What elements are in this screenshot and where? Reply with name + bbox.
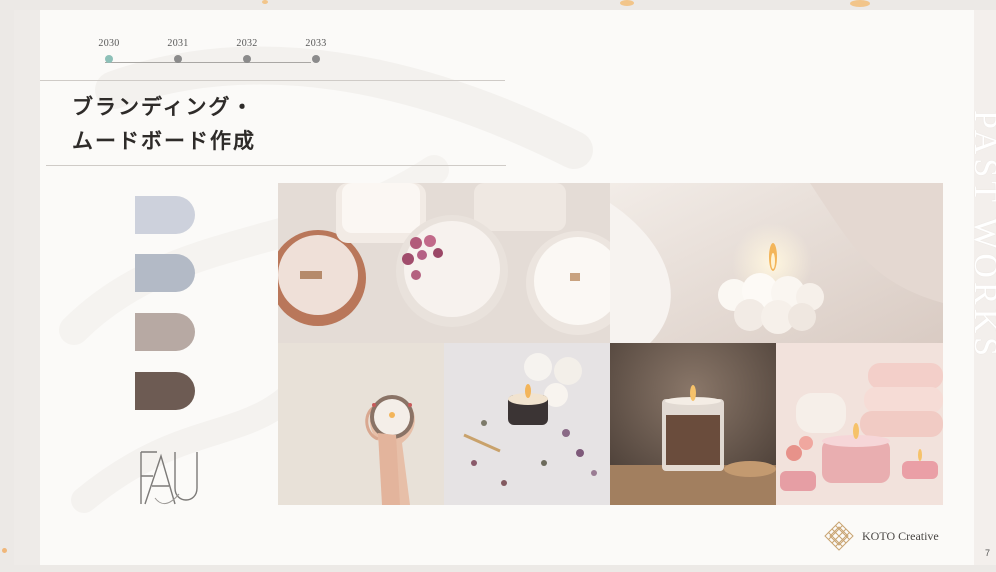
brand-monogram-icon <box>140 451 198 505</box>
timeline-year: 2030 <box>98 38 120 49</box>
decorative-speck <box>620 0 634 6</box>
title-top-rule <box>40 80 505 81</box>
timeline-item-2031[interactable]: 2031 <box>158 38 198 63</box>
page-title-line1: ブランディング・ <box>72 94 255 119</box>
photo-candles-with-rosebuds <box>278 183 610 343</box>
decorative-speck <box>850 0 870 7</box>
timeline-year: 2033 <box>305 38 327 49</box>
photo-hands-holding-candle <box>278 343 444 505</box>
color-swatch-2 <box>135 254 195 292</box>
page-title: ブランディング・ ムードボード作成 <box>72 90 256 158</box>
timeline-dot <box>243 55 251 63</box>
timeline-dot <box>312 55 320 63</box>
timeline-dot <box>174 55 182 63</box>
timeline-item-2032[interactable]: 2032 <box>227 38 267 63</box>
presentation-canvas: 2030 2031 2032 2033 ブランディング・ ムードボード作成 KO… <box>0 0 996 572</box>
color-swatch-4 <box>135 372 195 410</box>
decorative-speck <box>2 548 7 553</box>
color-swatch-1 <box>135 196 195 234</box>
decorative-speck <box>262 0 268 4</box>
side-label-past-works: PAST WORKS <box>974 110 996 361</box>
timeline-year: 2031 <box>167 38 189 49</box>
photo-brown-candle-glass <box>610 343 776 505</box>
photo-pink-candles-with-towels <box>776 343 943 505</box>
page-title-line2: ムードボード作成 <box>72 128 256 153</box>
photo-bubble-candle-on-fabric <box>610 183 943 343</box>
diamond-lattice-icon <box>824 521 854 551</box>
brand-name: KOTO Creative <box>862 528 939 543</box>
slide-left-strip <box>14 10 40 565</box>
timeline-line <box>105 62 311 63</box>
slide: 2030 2031 2032 2033 ブランディング・ ムードボード作成 KO… <box>14 10 974 565</box>
color-swatch-3 <box>135 313 195 351</box>
title-bottom-rule <box>46 165 506 166</box>
timeline-year: 2032 <box>236 38 258 49</box>
brand-signature: KOTO Creative <box>824 521 939 551</box>
moodboard-photo-grid <box>278 183 943 505</box>
page-number: 7 <box>985 548 991 558</box>
timeline-dot-active <box>105 55 113 63</box>
photo-candle-with-dried-herbs <box>444 343 610 505</box>
timeline-item-2030[interactable]: 2030 <box>89 38 129 63</box>
timeline-item-2033[interactable]: 2033 <box>296 38 336 63</box>
year-timeline: 2030 2031 2032 2033 <box>89 38 329 78</box>
